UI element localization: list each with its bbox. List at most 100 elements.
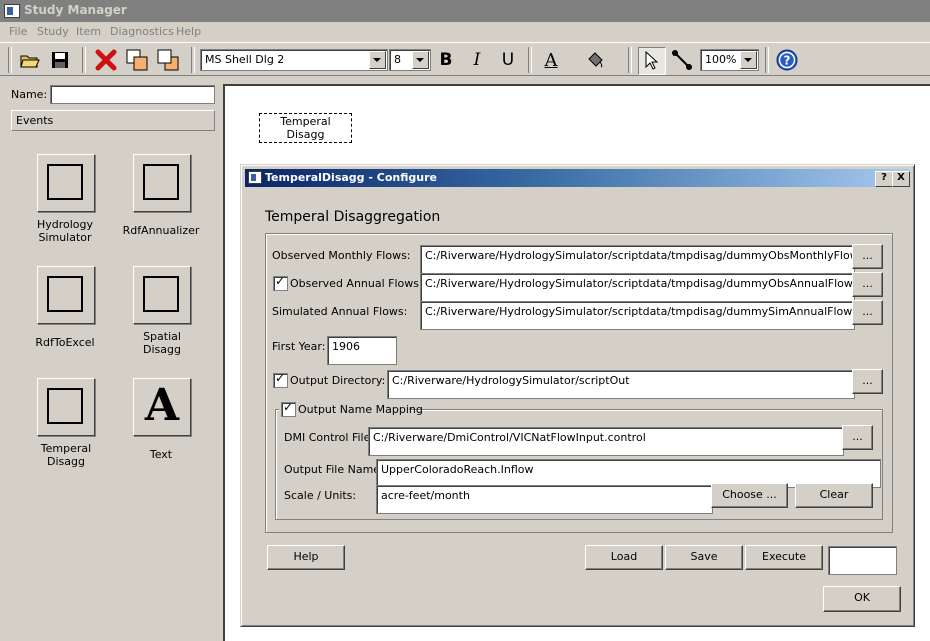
dmi-control-label: DMI Control File:	[284, 431, 375, 444]
observed-annual-browse-button[interactable]: ...	[852, 272, 883, 297]
palette-rdf-to-excel[interactable]	[37, 266, 95, 324]
dialog-title: TemperalDisagg - Configure	[265, 171, 437, 184]
events-header[interactable]: Events	[11, 110, 215, 131]
menu-bar: File Study Item Diagnostics Help	[0, 22, 930, 42]
chevron-down-icon[interactable]	[412, 51, 429, 69]
output-directory-label: Output Directory:	[290, 374, 386, 387]
text-icon: A	[144, 380, 180, 431]
scale-units-input[interactable]: acre-feet/month	[376, 485, 713, 514]
first-year-input[interactable]: 1906	[327, 336, 397, 365]
send-to-back-icon[interactable]	[155, 47, 181, 73]
save-button[interactable]: Save	[665, 545, 743, 570]
menu-item[interactable]: Item	[76, 25, 101, 38]
palette-label: RdfAnnualizer	[122, 224, 200, 237]
toolbar: MS Shell Dlg 2 8 B I U A 100% ?	[0, 42, 930, 103]
open-folder-icon[interactable]	[17, 47, 43, 73]
observed-annual-checkbox[interactable]	[273, 274, 288, 291]
bold-button[interactable]: B	[433, 47, 459, 73]
toolbar-separator	[628, 47, 632, 73]
palette-label: RdfToExcel	[35, 336, 95, 349]
text-color-button[interactable]: A	[538, 47, 564, 73]
toolbar-separator	[528, 47, 532, 73]
simulated-annual-input[interactable]: C:/Riverware/HydrologySimulator/scriptda…	[420, 301, 855, 330]
palette-temperal-disagg[interactable]	[37, 378, 95, 436]
output-directory-browse-button[interactable]: ...	[852, 369, 883, 394]
app-icon	[4, 4, 20, 18]
palette-text[interactable]: A	[133, 378, 191, 436]
palette-label: Hydrology Simulator	[36, 218, 94, 244]
zoom-select[interactable]: 100%	[700, 49, 759, 71]
paint-bucket-icon	[588, 52, 603, 68]
menu-diagnostics[interactable]: Diagnostics	[110, 25, 174, 38]
observed-annual-input[interactable]: C:/Riverware/HydrologySimulator/scriptda…	[420, 273, 855, 302]
palette-label: Spatial Disagg	[143, 330, 181, 356]
scale-units-label: Scale / Units:	[284, 489, 357, 502]
main-titlebar[interactable]: Study Manager	[0, 0, 930, 22]
output-name-mapping-label: Output Name Mapping	[298, 403, 423, 416]
context-help-button[interactable]: ?	[875, 171, 893, 187]
simulated-annual-browse-button[interactable]: ...	[852, 300, 883, 325]
help-dialog-button[interactable]: Help	[267, 545, 345, 570]
output-directory-checkbox[interactable]	[273, 371, 288, 388]
observed-monthly-input[interactable]: C:/Riverware/HydrologySimulator/scriptda…	[420, 245, 855, 274]
palette-panel: Name: Events Hydrology Simulator RdfAnnu…	[0, 77, 222, 641]
help-icon: ?	[776, 49, 798, 71]
underline-button[interactable]: U	[495, 47, 521, 73]
name-label: Name:	[11, 88, 48, 101]
load-button[interactable]: Load	[585, 545, 663, 570]
toolbar-separator	[8, 47, 12, 73]
toolbar-separator	[82, 47, 86, 73]
toolbar-separator	[191, 47, 195, 73]
dmi-control-input[interactable]: C:/Riverware/DmiControl/VICNatFlowInput.…	[368, 427, 844, 456]
observed-annual-label: Observed Annual Flows:	[290, 277, 423, 290]
font-family-value: MS Shell Dlg 2	[205, 53, 285, 66]
delete-icon[interactable]	[93, 47, 119, 73]
svg-text:?: ?	[784, 54, 791, 68]
select-pointer-button[interactable]	[638, 47, 666, 75]
font-size-value: 8	[394, 53, 401, 66]
observed-monthly-label: Observed Monthly Flows:	[272, 249, 411, 262]
menu-file[interactable]: File	[9, 25, 27, 38]
canvas-node[interactable]: Temperal Disagg	[259, 113, 352, 143]
connector-button[interactable]	[669, 47, 695, 73]
italic-icon: I	[473, 50, 481, 70]
pointer-icon	[645, 51, 659, 70]
font-size-select[interactable]: 8	[389, 49, 431, 71]
connector-icon	[672, 50, 692, 70]
output-name-mapping-checkbox[interactable]	[281, 400, 296, 417]
palette-rdf-annualizer[interactable]	[133, 154, 191, 212]
bring-to-front-icon[interactable]	[124, 47, 150, 73]
palette-label: Temperal Disagg	[40, 442, 92, 468]
name-input[interactable]	[50, 85, 215, 104]
ok-button[interactable]: OK	[823, 586, 901, 612]
zoom-value: 100%	[705, 53, 737, 66]
dialog-icon	[248, 171, 262, 184]
chevron-down-icon[interactable]	[369, 51, 386, 69]
close-button[interactable]: X	[892, 171, 910, 187]
underline-icon: U	[501, 50, 515, 70]
output-directory-input[interactable]: C:/Riverware/HydrologySimulator/scriptOu…	[387, 370, 855, 399]
clear-button[interactable]: Clear	[795, 483, 873, 508]
italic-button[interactable]: I	[464, 47, 490, 73]
palette-spatial-disagg[interactable]	[133, 266, 191, 324]
menu-help[interactable]: Help	[176, 25, 201, 38]
help-button[interactable]: ?	[774, 47, 800, 73]
toolbar-separator	[765, 47, 769, 73]
execute-button[interactable]: Execute	[745, 545, 823, 570]
chevron-down-icon[interactable]	[740, 51, 757, 69]
font-family-select[interactable]: MS Shell Dlg 2	[200, 49, 388, 71]
text-color-icon: A	[544, 49, 558, 71]
dialog-titlebar[interactable]: TemperalDisagg - Configure ? X	[245, 169, 910, 187]
menu-study[interactable]: Study	[37, 25, 69, 38]
configure-dialog: TemperalDisagg - Configure ? X Temperal …	[240, 164, 915, 627]
window-title: Study Manager	[24, 3, 127, 17]
palette-label: Text	[149, 448, 173, 461]
palette-hydrology-simulator[interactable]	[37, 154, 95, 212]
choose-button[interactable]: Choose ...	[711, 483, 788, 508]
dmi-control-browse-button[interactable]: ...	[842, 425, 873, 450]
observed-monthly-browse-button[interactable]: ...	[852, 244, 883, 269]
execute-status-field[interactable]	[828, 546, 897, 575]
output-file-name-label: Output File Name:	[284, 463, 384, 476]
fill-color-button[interactable]	[582, 47, 608, 73]
save-icon[interactable]	[47, 47, 73, 73]
